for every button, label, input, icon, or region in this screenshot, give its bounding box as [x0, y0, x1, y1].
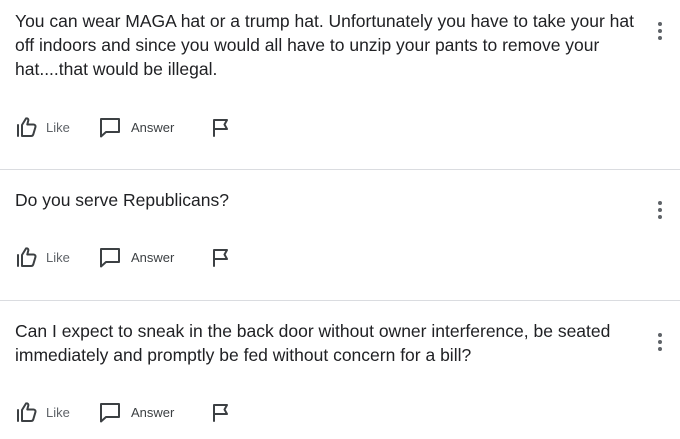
like-button[interactable]: Like — [15, 117, 99, 137]
more-options-button[interactable] — [652, 198, 668, 222]
question-text: Do you serve Republicans? — [15, 190, 230, 210]
question-card: You can wear MAGA hat or a trump hat. Un… — [0, 0, 680, 170]
answer-label: Answer — [131, 404, 175, 420]
action-bar: Like Answer — [15, 115, 232, 139]
question-text: You can wear MAGA hat or a trump hat. Un… — [15, 11, 635, 79]
more-vert-icon — [658, 333, 662, 337]
action-bar: Like Answer — [15, 245, 232, 269]
more-vert-icon — [658, 22, 662, 26]
like-label: Like — [46, 249, 70, 265]
answer-button[interactable]: Answer — [99, 247, 212, 268]
like-button[interactable]: Like — [15, 402, 99, 422]
more-options-button[interactable] — [652, 330, 668, 354]
question-card: Can I expect to sneak in the back door w… — [0, 301, 680, 439]
more-options-button[interactable] — [652, 19, 668, 43]
question-card: Do you serve Republicans? Like Answer — [0, 170, 680, 301]
thumb-up-icon — [17, 247, 37, 267]
report-button[interactable] — [212, 248, 232, 267]
flag-icon — [213, 118, 228, 137]
thumb-up-icon — [17, 402, 37, 422]
like-label: Like — [46, 119, 70, 135]
answer-label: Answer — [131, 249, 175, 265]
report-button[interactable] — [212, 403, 232, 422]
question-list: You can wear MAGA hat or a trump hat. Un… — [0, 0, 680, 439]
answer-button[interactable]: Answer — [99, 402, 212, 423]
flag-icon — [213, 403, 228, 422]
like-label: Like — [46, 404, 70, 420]
thumb-up-icon — [17, 117, 37, 137]
report-button[interactable] — [212, 118, 232, 137]
question-text: Can I expect to sneak in the back door w… — [15, 321, 611, 365]
comment-icon — [100, 117, 120, 137]
comment-icon — [100, 247, 120, 267]
like-button[interactable]: Like — [15, 247, 99, 267]
more-vert-icon — [658, 201, 662, 205]
flag-icon — [213, 248, 228, 267]
comment-icon — [100, 402, 120, 422]
answer-button[interactable]: Answer — [99, 117, 212, 138]
answer-label: Answer — [131, 119, 175, 135]
action-bar: Like Answer — [15, 400, 232, 424]
